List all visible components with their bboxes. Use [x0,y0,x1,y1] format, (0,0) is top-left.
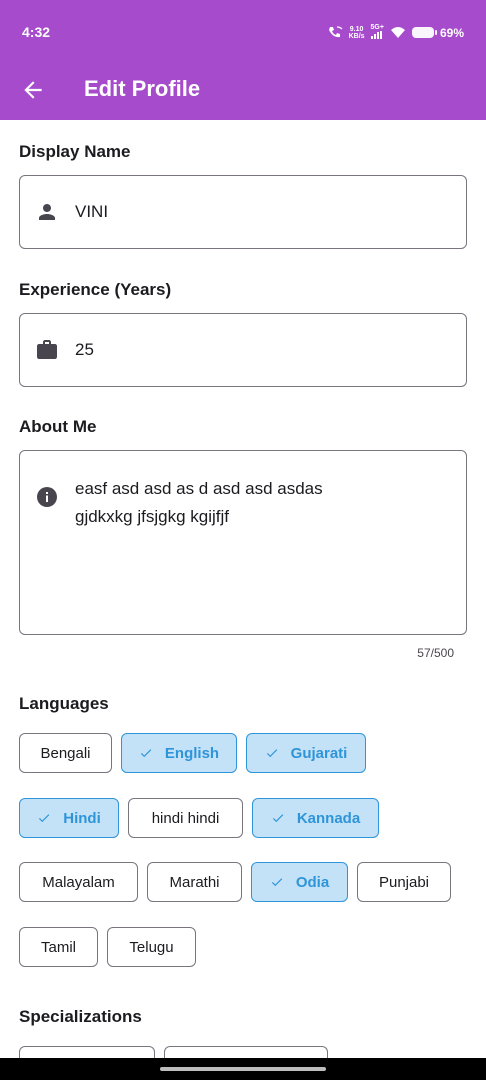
experience-label: Experience (Years) [19,280,172,299]
about-label: About Me [19,417,97,436]
home-indicator[interactable] [160,1067,326,1071]
chip-label: Gujarati [290,744,348,762]
status-icons: 9.10 KB/s 5G+ 69% [327,24,464,41]
app-bar: Edit Profile [0,62,486,120]
chip-label: English [164,744,220,762]
display-name-value: VINI [75,202,109,221]
chip-kannada[interactable]: Kannada [252,798,379,838]
languages-heading: Languages [19,694,109,713]
character-counter: 57/500 [417,646,454,660]
chip-gujarati[interactable]: Gujarati [246,733,366,773]
experience-value: 25 [75,340,94,359]
wifi-icon [390,27,405,38]
display-name-label: Display Name [19,142,131,161]
experience-field[interactable]: 25 [19,313,467,387]
chip-punjabi[interactable]: Punjabi [357,862,451,902]
check-icon [140,749,152,758]
specializations-heading: Specializations [19,1007,142,1026]
chip-label: Marathi [169,873,220,891]
signal-indicator: 5G+ [371,24,384,41]
about-text-line2: gjdkxkg jfsjgkg kgijfjf [75,507,230,526]
check-icon [39,814,50,823]
chip-tamil[interactable]: Tamil [19,927,98,967]
back-arrow-icon[interactable] [20,77,46,103]
chip-label: hindi hindi [151,809,220,827]
page-title: Edit Profile [84,76,201,101]
chip-english[interactable]: English [121,733,237,773]
display-name-field[interactable]: VINI [19,175,467,249]
chip-label: Hindi [63,809,101,827]
chip-label: Bengali [40,744,91,762]
net-speed: 9.10 KB/s [348,25,365,40]
chip-bengali[interactable]: Bengali [19,733,112,773]
chip-hindi-hindi[interactable]: hindi hindi [128,798,243,838]
chip-hindi[interactable]: Hindi [19,798,119,838]
about-textarea[interactable]: easf asd asd as d asd asd asdas gjdkxkg … [19,450,467,635]
chip-label: Odia [295,873,330,891]
chip-label: Punjabi [378,873,430,891]
info-icon [37,487,57,507]
briefcase-icon [37,340,57,359]
about-text-line1: easf asd asd as d asd asd asdas [75,479,323,498]
battery-percent: 69% [439,25,464,40]
status-bar: 4:32 9.10 KB/s 5G+ 69% [0,0,486,62]
check-icon [266,749,277,758]
person-icon [39,204,55,220]
chip-telugu[interactable]: Telugu [107,927,196,967]
chip-label: Malayalam [42,873,115,891]
chip-label: Tamil [40,938,76,956]
check-icon [271,878,283,887]
check-icon [272,814,284,823]
chip-label: Kannada [296,809,361,827]
call-wifi-icon [328,25,343,37]
system-nav-bar [0,1058,486,1080]
chip-malayalam[interactable]: Malayalam [19,862,138,902]
chip-odia[interactable]: Odia [251,862,348,902]
battery-icon [411,27,437,38]
chip-marathi[interactable]: Marathi [147,862,242,902]
status-time: 4:32 [22,24,51,40]
chip-label: Telugu [129,938,174,956]
